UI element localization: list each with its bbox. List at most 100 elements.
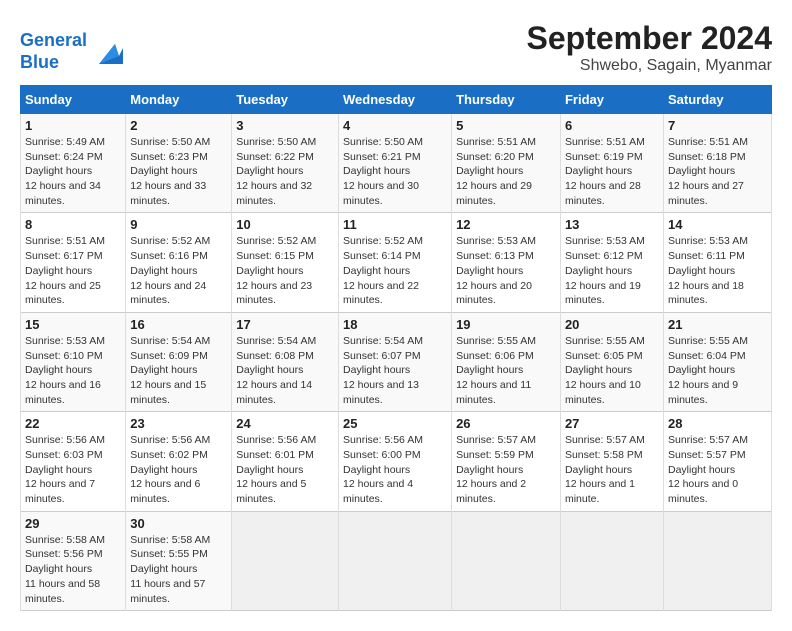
day-number: 21 <box>668 317 767 332</box>
day-info: Sunrise: 5:49 AM Sunset: 6:24 PM Dayligh… <box>25 135 121 208</box>
day-info: Sunrise: 5:50 AM Sunset: 6:22 PM Dayligh… <box>236 135 334 208</box>
calendar-cell: 5 Sunrise: 5:51 AM Sunset: 6:20 PM Dayli… <box>452 114 561 213</box>
col-header-sunday: Sunday <box>21 86 126 114</box>
day-number: 2 <box>130 118 227 133</box>
day-info: Sunrise: 5:51 AM Sunset: 6:19 PM Dayligh… <box>565 135 659 208</box>
calendar-table: SundayMondayTuesdayWednesdayThursdayFrid… <box>20 85 772 611</box>
day-number: 6 <box>565 118 659 133</box>
day-info: Sunrise: 5:57 AM Sunset: 5:59 PM Dayligh… <box>456 433 556 506</box>
day-number: 5 <box>456 118 556 133</box>
day-number: 15 <box>25 317 121 332</box>
calendar-cell: 3 Sunrise: 5:50 AM Sunset: 6:22 PM Dayli… <box>232 114 339 213</box>
calendar-cell: 23 Sunrise: 5:56 AM Sunset: 6:02 PM Dayl… <box>126 412 232 511</box>
day-number: 18 <box>343 317 447 332</box>
day-info: Sunrise: 5:56 AM Sunset: 6:01 PM Dayligh… <box>236 433 334 506</box>
calendar-cell: 30 Sunrise: 5:58 AM Sunset: 5:55 PM Dayl… <box>126 511 232 610</box>
day-number: 1 <box>25 118 121 133</box>
day-info: Sunrise: 5:55 AM Sunset: 6:06 PM Dayligh… <box>456 334 556 407</box>
col-header-monday: Monday <box>126 86 232 114</box>
calendar-cell <box>560 511 663 610</box>
day-number: 3 <box>236 118 334 133</box>
logo-line2: Blue <box>20 52 59 72</box>
day-number: 10 <box>236 217 334 232</box>
day-number: 7 <box>668 118 767 133</box>
day-info: Sunrise: 5:54 AM Sunset: 6:07 PM Dayligh… <box>343 334 447 407</box>
calendar-cell <box>339 511 452 610</box>
day-number: 9 <box>130 217 227 232</box>
day-info: Sunrise: 5:50 AM Sunset: 6:21 PM Dayligh… <box>343 135 447 208</box>
location-title: Shwebo, Sagain, Myanmar <box>527 57 772 75</box>
day-info: Sunrise: 5:51 AM Sunset: 6:17 PM Dayligh… <box>25 234 121 307</box>
day-number: 23 <box>130 416 227 431</box>
day-info: Sunrise: 5:51 AM Sunset: 6:18 PM Dayligh… <box>668 135 767 208</box>
header: General Blue September 2024 Shwebo, Saga… <box>20 20 772 75</box>
calendar-cell: 28 Sunrise: 5:57 AM Sunset: 5:57 PM Dayl… <box>663 412 771 511</box>
day-number: 11 <box>343 217 447 232</box>
col-header-saturday: Saturday <box>663 86 771 114</box>
day-info: Sunrise: 5:57 AM Sunset: 5:58 PM Dayligh… <box>565 433 659 506</box>
calendar-cell: 14 Sunrise: 5:53 AM Sunset: 6:11 PM Dayl… <box>663 213 771 312</box>
calendar-cell: 1 Sunrise: 5:49 AM Sunset: 6:24 PM Dayli… <box>21 114 126 213</box>
day-number: 27 <box>565 416 659 431</box>
day-info: Sunrise: 5:57 AM Sunset: 5:57 PM Dayligh… <box>668 433 767 506</box>
calendar-cell: 4 Sunrise: 5:50 AM Sunset: 6:21 PM Dayli… <box>339 114 452 213</box>
calendar-cell: 27 Sunrise: 5:57 AM Sunset: 5:58 PM Dayl… <box>560 412 663 511</box>
calendar-cell: 16 Sunrise: 5:54 AM Sunset: 6:09 PM Dayl… <box>126 312 232 411</box>
col-header-wednesday: Wednesday <box>339 86 452 114</box>
day-info: Sunrise: 5:52 AM Sunset: 6:15 PM Dayligh… <box>236 234 334 307</box>
logo: General Blue <box>20 30 123 73</box>
day-number: 22 <box>25 416 121 431</box>
day-info: Sunrise: 5:54 AM Sunset: 6:08 PM Dayligh… <box>236 334 334 407</box>
day-number: 28 <box>668 416 767 431</box>
calendar-cell: 6 Sunrise: 5:51 AM Sunset: 6:19 PM Dayli… <box>560 114 663 213</box>
col-header-friday: Friday <box>560 86 663 114</box>
day-number: 13 <box>565 217 659 232</box>
day-info: Sunrise: 5:52 AM Sunset: 6:16 PM Dayligh… <box>130 234 227 307</box>
calendar-cell: 22 Sunrise: 5:56 AM Sunset: 6:03 PM Dayl… <box>21 412 126 511</box>
calendar-cell: 24 Sunrise: 5:56 AM Sunset: 6:01 PM Dayl… <box>232 412 339 511</box>
day-info: Sunrise: 5:56 AM Sunset: 6:00 PM Dayligh… <box>343 433 447 506</box>
day-info: Sunrise: 5:52 AM Sunset: 6:14 PM Dayligh… <box>343 234 447 307</box>
calendar-cell <box>232 511 339 610</box>
calendar-cell <box>452 511 561 610</box>
calendar-cell: 9 Sunrise: 5:52 AM Sunset: 6:16 PM Dayli… <box>126 213 232 312</box>
calendar-cell: 7 Sunrise: 5:51 AM Sunset: 6:18 PM Dayli… <box>663 114 771 213</box>
day-info: Sunrise: 5:55 AM Sunset: 6:05 PM Dayligh… <box>565 334 659 407</box>
calendar-cell: 17 Sunrise: 5:54 AM Sunset: 6:08 PM Dayl… <box>232 312 339 411</box>
day-info: Sunrise: 5:55 AM Sunset: 6:04 PM Dayligh… <box>668 334 767 407</box>
day-info: Sunrise: 5:50 AM Sunset: 6:23 PM Dayligh… <box>130 135 227 208</box>
calendar-cell: 12 Sunrise: 5:53 AM Sunset: 6:13 PM Dayl… <box>452 213 561 312</box>
calendar-cell <box>663 511 771 610</box>
day-info: Sunrise: 5:53 AM Sunset: 6:11 PM Dayligh… <box>668 234 767 307</box>
day-info: Sunrise: 5:53 AM Sunset: 6:10 PM Dayligh… <box>25 334 121 407</box>
day-number: 8 <box>25 217 121 232</box>
logo-icon <box>91 36 123 68</box>
calendar-cell: 13 Sunrise: 5:53 AM Sunset: 6:12 PM Dayl… <box>560 213 663 312</box>
day-number: 20 <box>565 317 659 332</box>
day-number: 25 <box>343 416 447 431</box>
day-number: 12 <box>456 217 556 232</box>
calendar-cell: 10 Sunrise: 5:52 AM Sunset: 6:15 PM Dayl… <box>232 213 339 312</box>
day-info: Sunrise: 5:51 AM Sunset: 6:20 PM Dayligh… <box>456 135 556 208</box>
day-number: 17 <box>236 317 334 332</box>
day-info: Sunrise: 5:56 AM Sunset: 6:02 PM Dayligh… <box>130 433 227 506</box>
calendar-cell: 11 Sunrise: 5:52 AM Sunset: 6:14 PM Dayl… <box>339 213 452 312</box>
calendar-cell: 21 Sunrise: 5:55 AM Sunset: 6:04 PM Dayl… <box>663 312 771 411</box>
col-header-thursday: Thursday <box>452 86 561 114</box>
day-info: Sunrise: 5:53 AM Sunset: 6:13 PM Dayligh… <box>456 234 556 307</box>
day-number: 14 <box>668 217 767 232</box>
day-number: 29 <box>25 516 121 531</box>
day-number: 19 <box>456 317 556 332</box>
calendar-cell: 29 Sunrise: 5:58 AM Sunset: 5:56 PM Dayl… <box>21 511 126 610</box>
day-number: 24 <box>236 416 334 431</box>
calendar-cell: 18 Sunrise: 5:54 AM Sunset: 6:07 PM Dayl… <box>339 312 452 411</box>
col-header-tuesday: Tuesday <box>232 86 339 114</box>
month-title: September 2024 <box>527 20 772 57</box>
day-info: Sunrise: 5:58 AM Sunset: 5:56 PM Dayligh… <box>25 533 121 606</box>
calendar-cell: 15 Sunrise: 5:53 AM Sunset: 6:10 PM Dayl… <box>21 312 126 411</box>
day-number: 26 <box>456 416 556 431</box>
calendar-cell: 19 Sunrise: 5:55 AM Sunset: 6:06 PM Dayl… <box>452 312 561 411</box>
day-number: 30 <box>130 516 227 531</box>
calendar-cell: 20 Sunrise: 5:55 AM Sunset: 6:05 PM Dayl… <box>560 312 663 411</box>
title-area: September 2024 Shwebo, Sagain, Myanmar <box>527 20 772 75</box>
